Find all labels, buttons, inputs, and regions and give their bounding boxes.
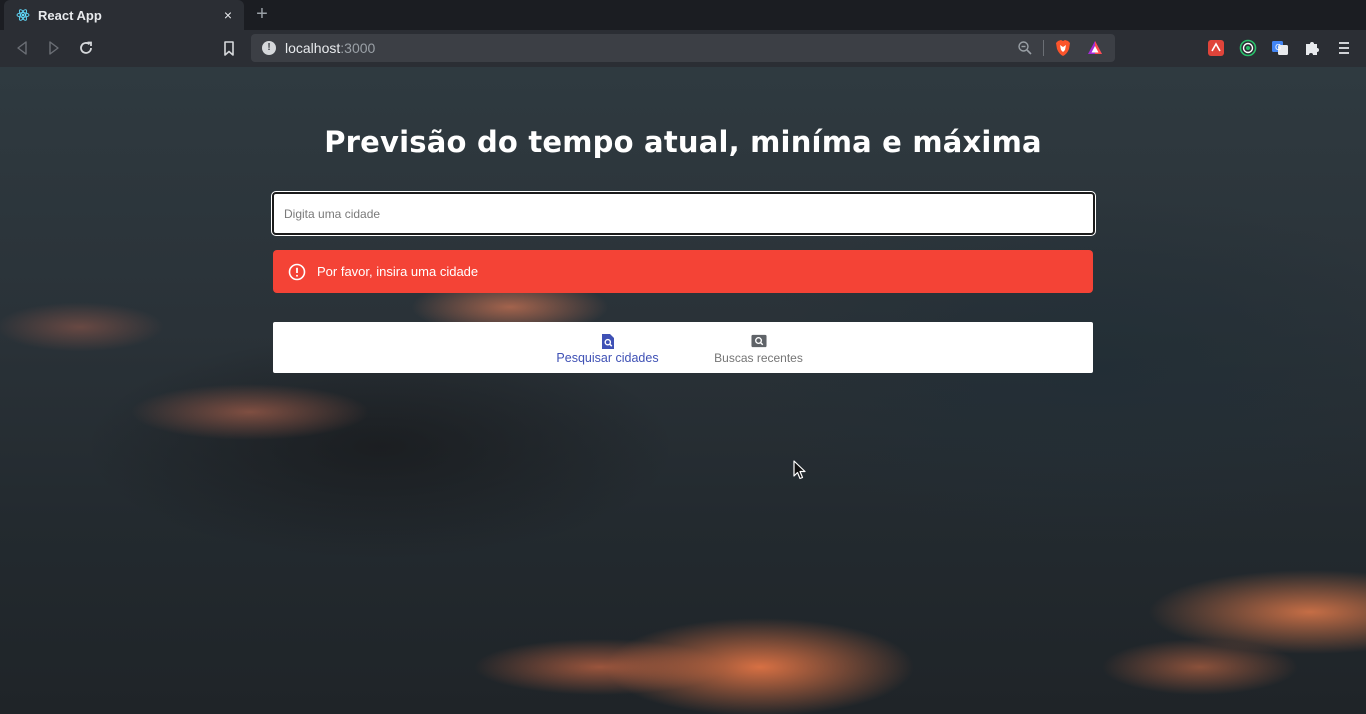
url-text[interactable]: localhost:3000 [285, 40, 375, 56]
alert-message: Por favor, insira uma cidade [317, 264, 479, 279]
extension-target-icon[interactable] [1239, 39, 1257, 57]
city-search-input[interactable] [271, 191, 1096, 236]
nav-recent-searches[interactable]: Buscas recentes [683, 322, 834, 373]
page-viewport: Previsão do tempo atual, miníma e máxima… [0, 67, 1366, 714]
nav-search-cities[interactable]: Pesquisar cidades [532, 322, 683, 373]
error-outline-icon [288, 263, 306, 281]
bookmark-icon[interactable] [219, 38, 239, 58]
nav-search-cities-label: Pesquisar cidades [556, 351, 659, 365]
address-bar-divider [1043, 40, 1044, 56]
site-info-icon[interactable]: ! [262, 41, 276, 55]
tab-close-icon[interactable]: × [220, 7, 236, 23]
zoom-icon[interactable] [1017, 40, 1033, 56]
address-bar[interactable]: ! localhost:3000 [251, 34, 1115, 62]
svg-text:G: G [1275, 43, 1281, 52]
tab-title: React App [38, 7, 102, 23]
url-port: :3000 [340, 40, 376, 56]
menu-icon[interactable] [1335, 39, 1353, 57]
error-alert: Por favor, insira uma cidade [273, 250, 1093, 293]
translate-extension-icon[interactable]: G [1271, 39, 1289, 57]
extensions-puzzle-icon[interactable] [1303, 39, 1321, 57]
bottom-navigation: Pesquisar cidades Buscas recentes [273, 322, 1093, 373]
page-title: Previsão do tempo atual, miníma e máxima [324, 125, 1042, 159]
url-host: localhost [285, 40, 341, 56]
extension-red-icon[interactable] [1207, 39, 1225, 57]
image-search-icon [750, 332, 767, 350]
brave-shields-icon[interactable] [1055, 39, 1071, 57]
browser-tab[interactable]: React App × [4, 0, 244, 30]
tab-strip: React App × + [0, 0, 1366, 30]
back-icon[interactable] [12, 38, 32, 58]
browser-toolbar: ! localhost:3000 G [0, 30, 1366, 67]
brave-rewards-icon[interactable] [1087, 40, 1103, 56]
new-tab-button[interactable]: + [252, 4, 272, 26]
reload-icon[interactable] [76, 38, 96, 58]
search-document-icon [600, 332, 616, 350]
nav-recent-searches-label: Buscas recentes [714, 351, 803, 365]
react-logo-icon [16, 8, 30, 22]
mouse-cursor-icon [793, 460, 807, 480]
forward-icon[interactable] [44, 38, 64, 58]
